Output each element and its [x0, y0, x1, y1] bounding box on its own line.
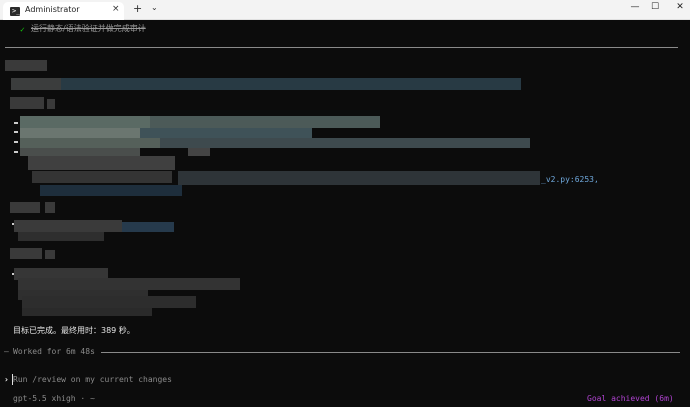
worked-dash: — — [4, 347, 9, 356]
prompt-chevron-icon: › — [4, 375, 9, 384]
chevron-down-icon[interactable]: ⌄ — [151, 3, 158, 12]
title-bar: >_ Administrator × + ⌄ — ☐ ✕ — [0, 0, 690, 20]
divider — [5, 47, 678, 48]
check-icon: ✓ — [20, 25, 25, 34]
tab-administrator[interactable]: >_ Administrator × — [3, 2, 124, 20]
prompt-input[interactable] — [13, 375, 313, 385]
tab-close-icon[interactable]: × — [112, 4, 120, 14]
new-tab-icon[interactable]: + — [133, 2, 142, 15]
worked-duration: Worked for 6m 48s — [13, 347, 95, 356]
divider — [101, 352, 680, 353]
minimize-button[interactable]: — — [625, 2, 645, 16]
goal-status-badge: Goal achieved (6m) — [587, 394, 674, 403]
completed-task: 运行静态/语法验证并做完成审计 — [31, 24, 146, 33]
model-status: gpt-5.5 xhigh · ~ — [13, 394, 95, 403]
file-reference-link[interactable]: _v2.py:6253, — [541, 175, 599, 185]
tab-title: Administrator — [25, 5, 80, 14]
terminal-icon: >_ — [10, 7, 21, 16]
goal-summary: 目标已完成。最终用时：389 秒。 — [13, 326, 135, 335]
close-window-button[interactable]: ✕ — [670, 2, 690, 16]
terminal-pane[interactable]: ✓ 运行静态/语法验证并做完成审计 _v2.py:6253, 目标已完成。最终用… — [0, 20, 690, 407]
maximize-button[interactable]: ☐ — [645, 2, 665, 16]
worked-divider: — Worked for 6m 48s — [4, 346, 680, 356]
